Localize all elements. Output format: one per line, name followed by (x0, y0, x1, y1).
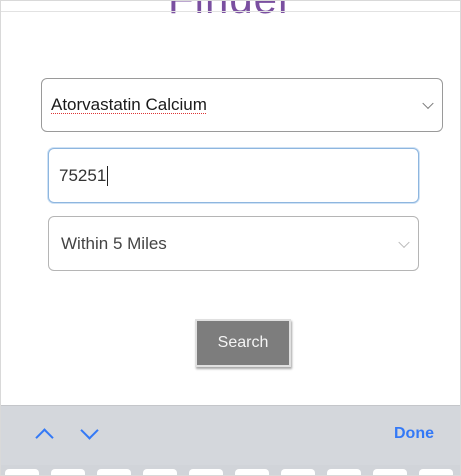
keyboard-key[interactable] (143, 469, 177, 475)
drug-select[interactable]: Atorvastatin Calcium (41, 78, 443, 132)
chevron-down-icon (422, 97, 434, 110)
keyboard-key[interactable] (235, 469, 269, 475)
keyboard-key[interactable] (419, 469, 453, 475)
keyboard-key[interactable] (189, 469, 223, 475)
keyboard-key[interactable] (51, 469, 85, 475)
zip-code-input[interactable]: 75251 (48, 148, 419, 203)
search-button[interactable]: Search (195, 319, 291, 367)
keyboard-keys-row (1, 465, 460, 475)
drug-select-value: Atorvastatin Calcium (51, 95, 207, 114)
keyboard-key[interactable] (97, 469, 131, 475)
chevron-down-icon (398, 236, 410, 248)
keyboard-key[interactable] (281, 469, 315, 475)
chevron-up-icon[interactable] (35, 428, 54, 447)
keyboard-toolbar: Done (1, 405, 460, 466)
keyboard-key[interactable] (327, 469, 361, 475)
radius-select-value: Within 5 Miles (61, 233, 167, 253)
radius-select[interactable]: Within 5 Miles (48, 216, 419, 271)
chevron-down-icon[interactable] (80, 421, 99, 440)
app-screen: Finder Atorvastatin Calcium 75251 Within… (0, 0, 461, 476)
text-cursor (107, 165, 109, 186)
header-divider (1, 11, 460, 12)
done-button[interactable]: Done (394, 425, 434, 443)
keyboard-key[interactable] (5, 469, 39, 475)
keyboard-key[interactable] (373, 469, 407, 475)
zip-code-value: 75251 (59, 165, 107, 185)
